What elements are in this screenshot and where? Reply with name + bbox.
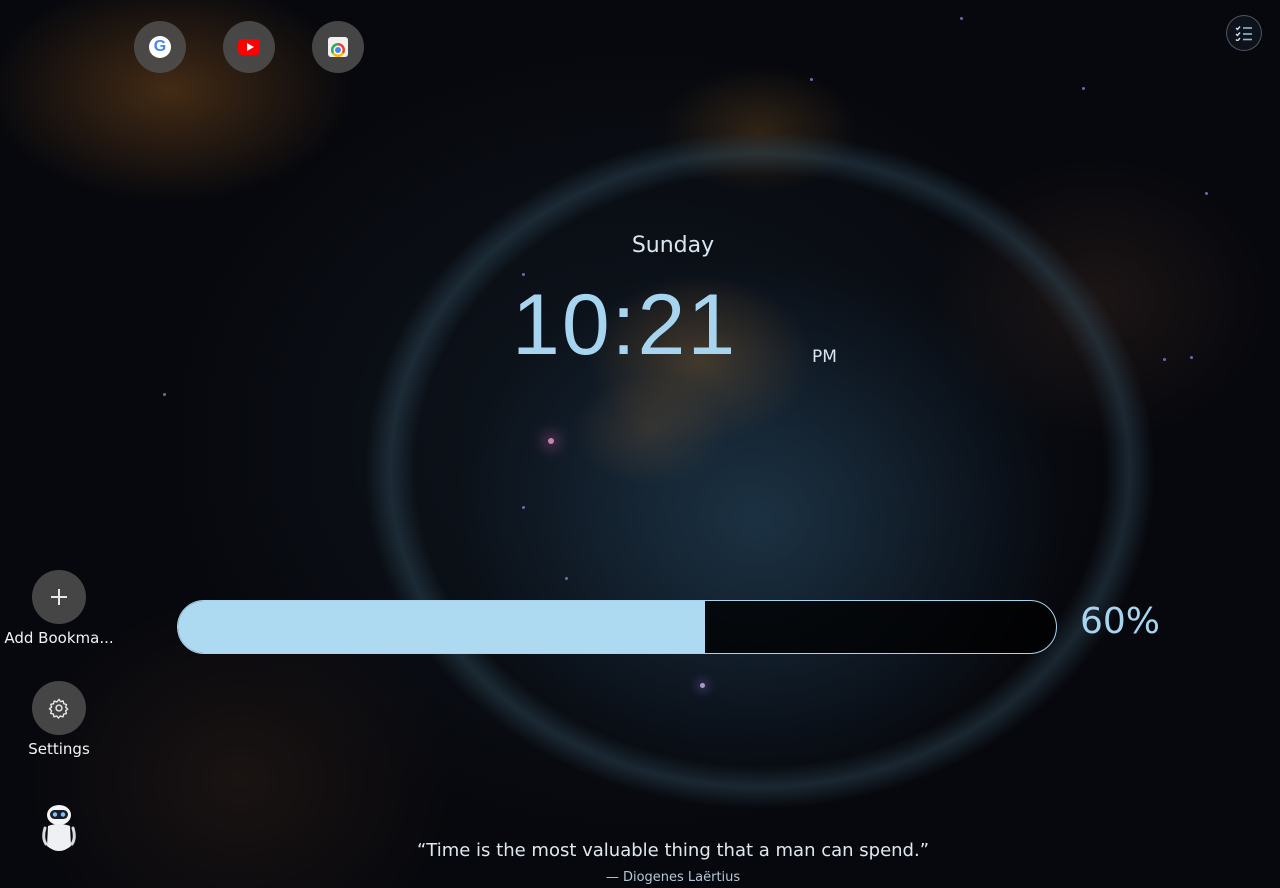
background-star <box>810 78 813 81</box>
background-star <box>1190 356 1193 359</box>
plus-icon <box>51 589 67 605</box>
gear-icon <box>48 698 69 719</box>
google-icon: G <box>149 36 171 58</box>
background-star <box>960 17 963 20</box>
clock-time: 10:21 <box>512 277 738 373</box>
day-of-week: Sunday <box>631 233 715 258</box>
background-star <box>522 506 525 509</box>
shortcut-google[interactable]: G <box>134 21 186 73</box>
background-star <box>565 577 568 580</box>
settings-label[interactable]: Settings <box>0 740 118 758</box>
background-star <box>1205 192 1208 195</box>
background-star <box>700 683 705 688</box>
new-tab-page: G Sunday 10:21 PM 60% Add Bookma... Sett… <box>0 0 1280 888</box>
youtube-icon <box>238 36 260 58</box>
quote-author: — Diogenes Laërtius <box>605 870 741 885</box>
shortcut-chrome-web-store[interactable] <box>312 21 364 73</box>
quote-text: “Time is the most valuable thing that a … <box>416 840 930 861</box>
background-star <box>163 393 166 396</box>
day-progress-label: 60% <box>1080 601 1161 642</box>
clock-ampm: PM <box>812 347 837 367</box>
background-star <box>1163 358 1166 361</box>
add-bookmark-button[interactable] <box>32 570 86 624</box>
background-star <box>548 438 554 444</box>
chrome-web-store-icon <box>327 36 349 58</box>
day-progress-bar <box>177 600 1057 654</box>
settings-button[interactable] <box>32 681 86 735</box>
checklist-icon <box>1235 26 1252 41</box>
day-progress-fill <box>178 601 705 653</box>
shortcut-youtube[interactable] <box>223 21 275 73</box>
background-star <box>1082 87 1085 90</box>
todo-list-button[interactable] <box>1226 15 1262 51</box>
add-bookmark-label[interactable]: Add Bookma... <box>0 629 118 647</box>
